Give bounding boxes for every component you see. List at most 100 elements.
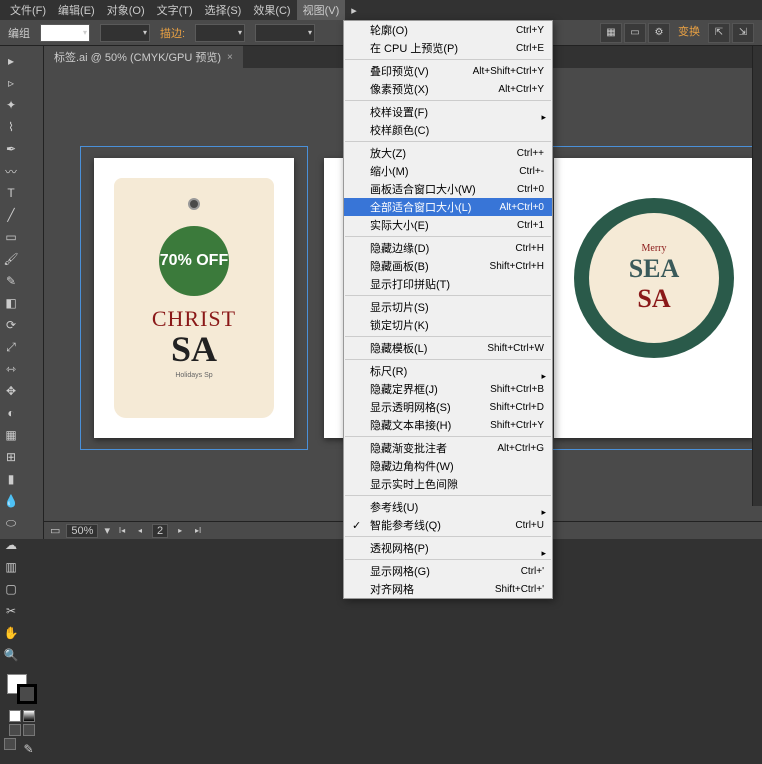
stroke-dropdown[interactable] [100,24,150,42]
stroke-label[interactable]: 描边: [160,25,185,41]
view-menu-item-39[interactable]: 对齐网格Shift+Ctrl+' [344,580,552,598]
none-mode[interactable] [9,724,21,736]
edit-icon[interactable]: ⇲ [732,23,754,43]
zoom-tool[interactable]: 🔍 [0,644,22,666]
view-menu-item-38[interactable]: 显示网格(G)Ctrl+' [344,562,552,580]
zoom-dropdown-icon[interactable]: ▾ [104,524,110,537]
panel-collapse[interactable] [752,46,762,506]
hand-tool[interactable]: ✋ [0,622,22,644]
menu-select[interactable]: 选择(S) [199,0,248,20]
view-menu-item-20[interactable]: 锁定切片(K) [344,316,552,334]
eyedropper-tool[interactable]: 💧 [0,490,22,512]
view-menu-item-16[interactable]: 隐藏画板(B)Shift+Ctrl+H [344,257,552,275]
eraser-tool[interactable]: ◧ [0,292,22,314]
menu-effect[interactable]: 效果(C) [247,0,296,20]
view-menu-item-29[interactable]: 隐藏渐变批注者Alt+Ctrl+G [344,439,552,457]
view-menu-item-34[interactable]: ✓智能参考线(Q)Ctrl+U [344,516,552,534]
screen-full[interactable] [4,738,16,750]
view-menu-item-22[interactable]: 隐藏模板(L)Shift+Ctrl+W [344,339,552,357]
tag-sub: Holidays Sp [175,372,212,379]
slice-tool[interactable]: ✂ [0,600,22,622]
screen-normal[interactable] [23,724,35,736]
menubar: 文件(F) 编辑(E) 对象(O) 文字(T) 选择(S) 效果(C) 视图(V… [0,0,762,20]
shaper-tool[interactable]: ✎ [0,270,22,292]
free-transform-tool[interactable]: ✥ [0,380,22,402]
edit-toolbar[interactable]: ✎ [18,738,40,760]
view-menu-item-25[interactable]: 隐藏定界框(J)Shift+Ctrl+B [344,380,552,398]
rectangle-tool[interactable]: ▭ [0,226,22,248]
view-menu-item-6[interactable]: 校样设置(F) [344,103,552,121]
menu-edit[interactable]: 编辑(E) [52,0,101,20]
stroke-weight[interactable] [195,24,245,42]
view-menu-item-15[interactable]: 隐藏边缘(D)Ctrl+H [344,239,552,257]
pen-tool[interactable]: ✒ [0,138,22,160]
paintbrush-tool[interactable]: 🖌 [0,248,22,270]
view-menu-item-3[interactable]: 叠印预览(V)Alt+Shift+Ctrl+Y [344,62,552,80]
view-menu-item-0[interactable]: 轮廓(O)Ctrl+Y [344,21,552,39]
gradient-tool[interactable]: ▮ [0,468,22,490]
first-artboard[interactable]: I◂ [116,525,128,537]
shape-builder-tool[interactable]: ◐ [0,402,22,424]
menu-type[interactable]: 文字(T) [151,0,199,20]
view-menu-item-36[interactable]: 透视网格(P) [344,539,552,557]
view-menu-item-11[interactable]: 画板适合窗口大小(W)Ctrl+0 [344,180,552,198]
view-menu-item-1[interactable]: 在 CPU 上预览(P)Ctrl+E [344,39,552,57]
isolate-icon[interactable]: ⇱ [708,23,730,43]
perspective-tool[interactable]: ▦ [0,424,22,446]
zoom-level[interactable]: 50% [66,524,98,538]
scale-tool[interactable]: ⤢ [0,336,22,358]
view-menu-item-19[interactable]: 显示切片(S) [344,298,552,316]
doc-setup-icon[interactable]: ▭ [624,23,646,43]
view-menu-item-13[interactable]: 实际大小(E)Ctrl+1 [344,216,552,234]
mesh-tool[interactable]: ⊞ [0,446,22,468]
curvature-tool[interactable]: 〰 [0,160,22,182]
rotate-tool[interactable]: ⟳ [0,314,22,336]
symbol-tool[interactable]: ☁ [0,534,22,556]
close-tab-icon[interactable]: × [227,52,233,63]
document-tab[interactable]: 标签.ai @ 50% (CMYK/GPU 预览) × [44,46,243,68]
transform-link[interactable]: 变换 [672,23,706,43]
view-menu-item-33[interactable]: 参考线(U) [344,498,552,516]
menu-view[interactable]: 视图(V) [297,0,346,20]
prev-artboard[interactable]: ◂ [134,525,146,537]
lasso-tool[interactable]: ⌇ [0,116,22,138]
status-icon[interactable]: ▭ [50,524,60,537]
view-menu-item-24[interactable]: 标尺(R) [344,362,552,380]
menu-file[interactable]: 文件(F) [4,0,52,20]
align-icon[interactable]: ▦ [600,23,622,43]
preferences-icon[interactable]: ⚙ [648,23,670,43]
stroke-swatch[interactable] [17,684,37,704]
fill-dropdown[interactable] [40,24,90,42]
view-menu-item-10[interactable]: 缩小(M)Ctrl+- [344,162,552,180]
type-tool[interactable]: T [0,182,22,204]
blend-tool[interactable]: ⬭ [0,512,22,534]
gradient-mode[interactable] [23,710,35,722]
menu-overflow[interactable]: ▸ [345,2,363,19]
line-tool[interactable]: ╱ [0,204,22,226]
view-menu-item-4[interactable]: 像素预览(X)Alt+Ctrl+Y [344,80,552,98]
brush-dropdown[interactable] [255,24,315,42]
artboard-tool[interactable]: ▢ [0,578,22,600]
next-artboard[interactable]: ▸ [174,525,186,537]
menu-object[interactable]: 对象(O) [101,0,151,20]
selection-tool[interactable]: ▸ [0,50,22,72]
view-menu-item-30[interactable]: 隐藏边角构件(W) [344,457,552,475]
fill-stroke-swatch[interactable] [7,674,37,704]
direct-selection-tool[interactable]: ▹ [0,72,22,94]
tag-sa: SA [171,328,217,370]
view-menu-item-17[interactable]: 显示打印拼贴(T) [344,275,552,293]
artboard-1: 70% OFF CHRIST SA Holidays Sp [94,158,294,438]
view-menu-item-7[interactable]: 校样颜色(C) [344,121,552,139]
artboard-number[interactable]: 2 [152,524,168,538]
view-menu-item-12[interactable]: 全部适合窗口大小(L)Alt+Ctrl+0 [344,198,552,216]
view-menu-item-9[interactable]: 放大(Z)Ctrl++ [344,144,552,162]
view-menu-item-27[interactable]: 隐藏文本串接(H)Shift+Ctrl+Y [344,416,552,434]
view-menu-item-26[interactable]: 显示透明网格(S)Shift+Ctrl+D [344,398,552,416]
last-artboard[interactable]: ▸I [192,525,204,537]
magic-wand-tool[interactable]: ✦ [0,94,22,116]
graph-tool[interactable]: ▥ [0,556,22,578]
group-label: 编组 [8,25,30,41]
width-tool[interactable]: ⇿ [0,358,22,380]
view-menu-item-31[interactable]: 显示实时上色间隙 [344,475,552,493]
color-mode[interactable] [9,710,21,722]
